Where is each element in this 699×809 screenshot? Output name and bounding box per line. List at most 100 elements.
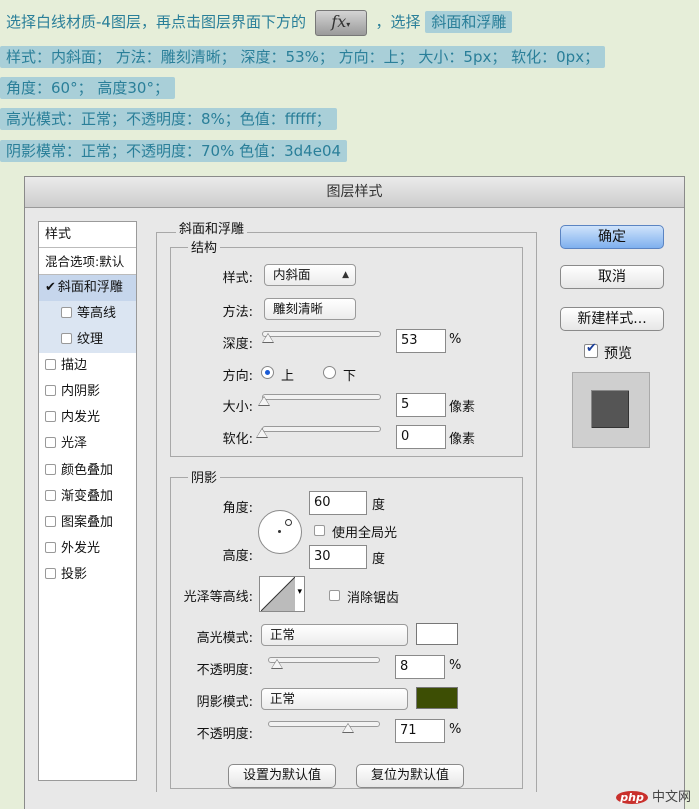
structure-title: 结构 xyxy=(188,237,221,256)
instruction-line-3: 角度：60°； 高度30°； xyxy=(0,74,175,102)
soften-input[interactable]: 0 xyxy=(396,425,446,449)
style-item-label: 斜面和浮雕 xyxy=(57,280,123,295)
global-light-label: 使用全局光 xyxy=(332,526,398,541)
altitude-unit: 度 xyxy=(372,552,386,567)
select-arrows-icon: ▲ xyxy=(342,270,349,280)
style-item[interactable]: 内阴影 xyxy=(39,379,136,405)
highlight-opacity-input[interactable]: 8 xyxy=(395,655,445,679)
style-item[interactable]: 混合选项:默认 xyxy=(39,249,136,275)
style-item-label: 混合选项:默认 xyxy=(45,254,125,269)
style-item-label: 图案叠加 xyxy=(61,515,114,530)
make-default-button[interactable]: 设置为默认值 xyxy=(228,764,336,788)
size-slider-thumb[interactable] xyxy=(258,396,271,406)
instruction-line-2: 样式：内斜面； 方法：雕刻清晰； 深度：53%； 方向：上； 大小：5px； 软… xyxy=(0,43,606,71)
cancel-button[interactable]: 取消 xyxy=(560,265,664,289)
style-item[interactable]: ✔ 斜面和浮雕 xyxy=(39,275,136,301)
style-item[interactable]: 图案叠加 xyxy=(39,510,136,536)
size-slider[interactable] xyxy=(262,394,381,400)
direction-up-label: 上 xyxy=(281,369,295,384)
size-label: 大小: xyxy=(222,400,253,415)
direction-down-radio[interactable] xyxy=(323,366,336,379)
preview-checkbox[interactable]: ✔ xyxy=(584,341,598,358)
shadow-opacity-slider-thumb[interactable] xyxy=(341,723,354,733)
gloss-contour-picker[interactable]: ▾ xyxy=(259,576,305,612)
preview-label: 预览 xyxy=(604,346,632,362)
checkmark-icon: ✔ xyxy=(586,341,597,356)
direction-up-radio[interactable] xyxy=(261,366,274,379)
watermark: php 中文网 xyxy=(616,786,691,805)
style-checkbox[interactable] xyxy=(45,411,56,422)
style-item-label: 颜色叠加 xyxy=(61,463,114,478)
style-item[interactable]: 投影 xyxy=(39,562,136,588)
style-checkbox[interactable] xyxy=(45,516,56,527)
soften-unit: 像素 xyxy=(449,432,476,447)
style-item[interactable]: 纹理 xyxy=(39,327,136,353)
style-checkbox[interactable] xyxy=(45,437,56,448)
highlight-opacity-slider-thumb[interactable] xyxy=(270,659,283,669)
style-item[interactable]: 等高线 xyxy=(39,301,136,327)
style-item[interactable]: 外发光 xyxy=(39,536,136,562)
style-checkbox[interactable] xyxy=(45,568,56,579)
style-select-value: 内斜面 xyxy=(273,267,311,282)
highlight-opacity-slider[interactable] xyxy=(268,657,380,663)
style-checkbox[interactable] xyxy=(61,333,72,344)
style-checkbox[interactable] xyxy=(45,359,56,370)
instruction-highlight: 高光模式：正常；不透明度：8%；色值：ffffff； xyxy=(0,108,337,130)
ok-button[interactable]: 确定 xyxy=(560,225,664,249)
shadow-mode-value: 正常 xyxy=(270,691,296,706)
style-item[interactable]: 内发光 xyxy=(39,405,136,431)
instruction-highlight: 角度：60°； 高度30°； xyxy=(0,77,175,99)
preview-square xyxy=(591,390,629,428)
style-item[interactable]: 描边 xyxy=(39,353,136,379)
shadow-color-swatch[interactable] xyxy=(416,687,458,709)
gloss-contour-label: 光泽等高线: xyxy=(183,590,253,605)
global-light-checkbox[interactable] xyxy=(314,525,325,536)
direction-down-label: 下 xyxy=(343,369,357,384)
depth-slider-thumb[interactable] xyxy=(261,333,274,343)
depth-slider[interactable] xyxy=(262,331,381,337)
style-item[interactable]: 渐变叠加 xyxy=(39,484,136,510)
direction-label: 方向: xyxy=(222,369,253,384)
checkmark-icon: ✔ xyxy=(45,280,56,295)
style-item-label: 等高线 xyxy=(77,306,117,321)
size-input[interactable]: 5 xyxy=(396,393,446,417)
angle-input[interactable]: 60 xyxy=(309,491,367,515)
style-checkbox[interactable] xyxy=(61,307,72,318)
style-checkbox[interactable] xyxy=(45,464,56,475)
shadow-mode-select[interactable]: 正常 xyxy=(261,688,408,710)
highlight-mode-value: 正常 xyxy=(270,627,296,642)
depth-unit: % xyxy=(449,332,462,347)
depth-input[interactable]: 53 xyxy=(396,329,446,353)
angle-dial-center xyxy=(278,530,281,533)
shadow-opacity-input[interactable]: 71 xyxy=(395,719,445,743)
style-select[interactable]: 内斜面 ▲ xyxy=(264,264,356,286)
shadow-opacity-slider[interactable] xyxy=(268,721,380,727)
antialias-checkbox[interactable] xyxy=(329,590,340,601)
soften-slider[interactable] xyxy=(262,426,381,432)
style-item[interactable]: 颜色叠加 xyxy=(39,458,136,484)
style-checkbox[interactable] xyxy=(45,490,56,501)
instruction-line-1: 选择白线材质-4图层，再点击图层界面下方的 fx▾ ，选择 斜面和浮雕 xyxy=(6,8,513,36)
angle-dial-handle xyxy=(285,519,292,526)
style-item-label: 内发光 xyxy=(61,410,101,425)
style-checkbox[interactable] xyxy=(45,385,56,396)
instruction-text: 选择白线材质-4图层，再点击图层界面下方的 xyxy=(6,13,306,31)
highlight-color-swatch[interactable] xyxy=(416,623,458,645)
instruction-line-5: 阴影模常：正常；不透明度：70% 色值：3d4e04 xyxy=(0,137,348,165)
contour-preview-icon xyxy=(261,577,295,611)
style-item[interactable]: 光泽 xyxy=(39,431,136,457)
altitude-input[interactable]: 30 xyxy=(309,545,367,569)
fx-button-image: fx▾ xyxy=(314,9,367,36)
dialog-title: 图层样式 xyxy=(25,177,684,208)
new-style-button[interactable]: 新建样式... xyxy=(560,307,664,331)
style-checkbox[interactable] xyxy=(45,542,56,553)
depth-label: 深度: xyxy=(222,337,253,352)
shadow-opacity-unit: % xyxy=(449,722,462,737)
highlight-opacity-unit: % xyxy=(449,658,462,673)
angle-dial[interactable] xyxy=(258,510,302,554)
instruction-highlight: 样式：内斜面； 方法：雕刻清晰； 深度：53%； 方向：上； 大小：5px； 软… xyxy=(0,46,606,68)
soften-slider-thumb[interactable] xyxy=(256,428,268,438)
highlight-mode-select[interactable]: 正常 xyxy=(261,624,408,646)
technique-select[interactable]: 雕刻清晰 xyxy=(264,298,356,320)
reset-default-button[interactable]: 复位为默认值 xyxy=(356,764,464,788)
